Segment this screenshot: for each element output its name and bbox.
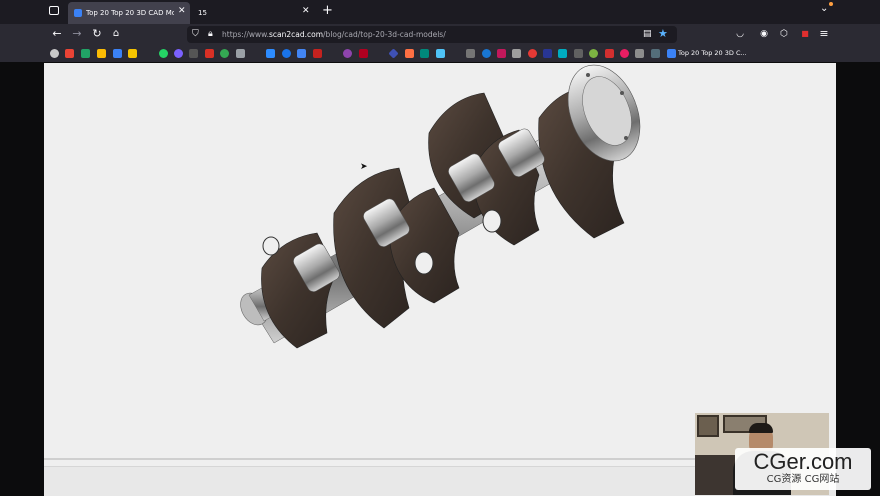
bookmark-red-icon[interactable]: [205, 49, 214, 58]
bookmark-zoom-icon[interactable]: [266, 49, 275, 58]
bookmark-folder-icon[interactable]: [113, 49, 122, 58]
bookmark-blue-icon[interactable]: [297, 49, 306, 58]
tracking-shield-icon[interactable]: ⛉: [192, 29, 199, 39]
mouse-cursor-icon: ➤: [360, 162, 368, 172]
tab-top20-cad[interactable]: Top 20 Top 20 3D CAD Models ✕: [68, 2, 190, 24]
extension-badge-icon[interactable]: ■: [797, 26, 813, 42]
bookmark-drive-icon[interactable]: [97, 49, 106, 58]
tab-list-icon[interactable]: [49, 6, 59, 15]
bookmark-folder-favicon-icon[interactable]: [667, 49, 676, 58]
bookmark-gray2-icon[interactable]: [512, 49, 521, 58]
bookmark-chrome-icon[interactable]: [50, 49, 59, 58]
tab-title: 15: [198, 9, 207, 17]
bookmark-x-icon[interactable]: [359, 49, 368, 58]
account-icon[interactable]: ◉: [756, 26, 772, 42]
bookmark-cyan-icon[interactable]: [558, 49, 567, 58]
bookmark-link-icon[interactable]: [635, 49, 644, 58]
url-domain: scan2cad.com: [268, 30, 324, 39]
bookmark-gmail-icon[interactable]: [65, 49, 74, 58]
bookmark-darkgray-icon[interactable]: [574, 49, 583, 58]
bookmark-dark-icon[interactable]: [189, 49, 198, 58]
menu-hamburger-icon[interactable]: ≡: [816, 26, 832, 42]
back-arrow-icon[interactable]: ←: [49, 26, 65, 42]
bookmark-gray-icon[interactable]: [236, 49, 245, 58]
watermark-badge: CGer.com CG资源 CG网站: [735, 448, 871, 490]
bookmark-graybox-icon[interactable]: [466, 49, 475, 58]
forward-arrow-icon[interactable]: →: [69, 26, 85, 42]
presenter-hair: [749, 423, 773, 433]
site-favicon-icon: [74, 9, 82, 17]
home-icon[interactable]: ⌂: [108, 26, 124, 42]
bookmark-teal-icon[interactable]: [420, 49, 429, 58]
bookmark-red4-icon[interactable]: [605, 49, 614, 58]
bookmark-pink-icon[interactable]: [620, 49, 629, 58]
bookmark-star-icon[interactable]: ★: [658, 27, 668, 40]
watermark-sub: CG资源 CG网站: [766, 474, 840, 485]
watermark-main: CGer.com: [753, 449, 853, 474]
url-prefix: https://www.: [222, 30, 269, 39]
pocket-icon[interactable]: ◡: [732, 26, 748, 42]
bookmark-excel-icon[interactable]: [81, 49, 90, 58]
url-path: /blog/cad/top-20-3d-cad-models/: [323, 30, 446, 39]
bookmark-violet-icon[interactable]: [343, 49, 352, 58]
bookmark-magenta-icon[interactable]: [497, 49, 506, 58]
bookmark-c-icon[interactable]: [282, 49, 291, 58]
bookmark-yellow-icon[interactable]: [128, 49, 137, 58]
tab-strip: Top 20 Top 20 3D CAD Models ✕ 15 ✕ + ⌄: [0, 0, 880, 24]
shelf: [695, 455, 735, 495]
bookmark-orange-icon[interactable]: [405, 49, 414, 58]
bookmark-whatsapp-icon[interactable]: [159, 49, 168, 58]
update-dot-icon: [829, 2, 833, 6]
bookmark-red2-icon[interactable]: [313, 49, 322, 58]
tab-close-icon[interactable]: ✕: [178, 6, 186, 16]
url-text[interactable]: https://www.scan2cad.com/blog/cad/top-20…: [222, 30, 446, 39]
lock-icon[interactable]: 🔒︎: [208, 29, 213, 39]
crankshaft-image: [240, 64, 641, 349]
bookmark-folder-label[interactable]: Top 20 Top 20 3D C...: [678, 49, 747, 57]
tab-15[interactable]: 15 ✕: [192, 2, 316, 24]
bookmark-navy-icon[interactable]: [543, 49, 552, 58]
tab-overflow-chevron-icon[interactable]: ⌄: [820, 3, 828, 14]
wall-frame-left: [697, 415, 719, 437]
extensions-icon[interactable]: ⬡: [776, 26, 792, 42]
bookmark-red3-icon[interactable]: [528, 49, 537, 58]
reload-icon[interactable]: ↻: [89, 26, 105, 42]
bookmark-arrow-icon[interactable]: [651, 49, 660, 58]
tab-title: Top 20 Top 20 3D CAD Models: [86, 9, 174, 17]
new-tab-plus-icon[interactable]: +: [322, 3, 333, 18]
bookmark-blue3-icon[interactable]: [482, 49, 491, 58]
tab-close-icon[interactable]: ✕: [302, 6, 310, 16]
bookmark-green-icon[interactable]: [220, 49, 229, 58]
reader-view-icon[interactable]: ▤: [643, 29, 652, 39]
bookmark-lightblue-icon[interactable]: [436, 49, 445, 58]
bookmark-purple-icon[interactable]: [174, 49, 183, 58]
bookmark-lime-icon[interactable]: [589, 49, 598, 58]
